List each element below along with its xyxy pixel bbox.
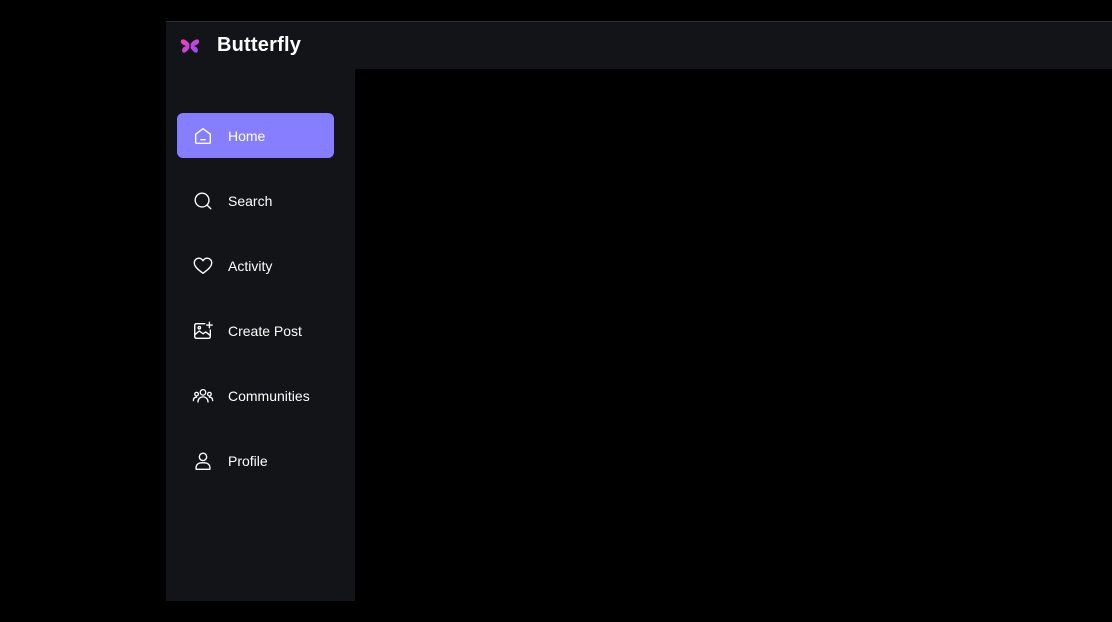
- sidebar-item-label: Profile: [228, 452, 268, 469]
- sidebar-item-search[interactable]: Search: [177, 178, 334, 223]
- top-bar: Butterfly: [166, 21, 1112, 69]
- sidebar-item-home[interactable]: Home: [177, 113, 334, 158]
- app-window: Butterfly Home Search Activity Create Po…: [166, 21, 1112, 601]
- butterfly-icon[interactable]: [178, 36, 202, 56]
- sidebar-item-label: Search: [228, 192, 273, 209]
- sidebar-item-label: Create Post: [228, 322, 302, 339]
- main-content: [355, 69, 1112, 601]
- user-icon: [191, 449, 215, 473]
- sidebar-item-create-post[interactable]: Create Post: [177, 308, 334, 353]
- sidebar-item-profile[interactable]: Profile: [177, 438, 334, 483]
- app-title[interactable]: Butterfly: [217, 34, 301, 57]
- sidebar-item-label: Communities: [228, 387, 310, 404]
- sidebar-item-label: Activity: [228, 257, 273, 274]
- heart-icon: [191, 254, 215, 278]
- sidebar-item-activity[interactable]: Activity: [177, 243, 334, 288]
- people-icon: [191, 384, 215, 408]
- sidebar-item-communities[interactable]: Communities: [177, 373, 334, 418]
- sidebar-nav: Home Search Activity Create Post Communi…: [177, 113, 334, 503]
- sidebar-item-label: Home: [228, 127, 266, 144]
- image-plus-icon: [191, 319, 215, 343]
- home-icon: [191, 124, 215, 148]
- search-icon: [191, 189, 215, 213]
- left-sidebar: Home Search Activity Create Post Communi…: [166, 69, 355, 601]
